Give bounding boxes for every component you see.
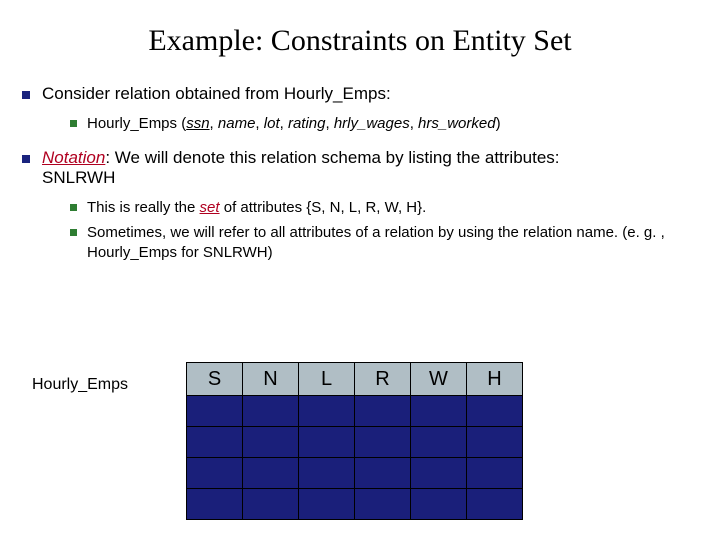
col-L: L xyxy=(299,363,355,396)
bullet-2b-text: Sometimes, we will refer to all attribut… xyxy=(87,223,698,264)
schema-table: S N L R W H xyxy=(186,362,523,520)
attr-lot: lot xyxy=(264,115,280,132)
bullet-2-text: Notation: We will denote this relation s… xyxy=(42,148,560,188)
bullet-1: Consider relation obtained from Hourly_E… xyxy=(22,84,698,104)
attr-hrly-wages: hrly_wages xyxy=(334,115,410,132)
slide: Example: Constraints on Entity Set Consi… xyxy=(0,0,720,540)
schema-shorthand: SNLRWH xyxy=(42,168,115,187)
square-bullet-icon xyxy=(22,155,30,163)
square-bullet-icon xyxy=(70,204,77,211)
sep: , xyxy=(280,115,288,132)
table-row xyxy=(187,427,523,458)
bullet-2: Notation: We will denote this relation s… xyxy=(22,148,698,188)
table-label: Hourly_Emps xyxy=(32,376,128,394)
table-row xyxy=(187,489,523,520)
bullet-1a: Hourly_Emps (ssn, name, lot, rating, hrl… xyxy=(70,114,698,134)
sep: , xyxy=(210,115,218,132)
notation-label: Notation xyxy=(42,148,105,167)
bullet-2a-text: This is really the set of attributes {S,… xyxy=(87,198,426,218)
square-bullet-icon xyxy=(70,120,77,127)
table-row xyxy=(187,458,523,489)
attr-ssn: ssn xyxy=(186,115,209,132)
slide-title: Example: Constraints on Entity Set xyxy=(22,24,698,58)
bullet-2-rest: We will denote this relation schema by l… xyxy=(115,148,560,167)
square-bullet-icon xyxy=(22,91,30,99)
col-R: R xyxy=(355,363,411,396)
sep: , xyxy=(255,115,263,132)
sep: , xyxy=(325,115,333,132)
text: This is really the xyxy=(87,199,200,216)
sep: , xyxy=(410,115,418,132)
col-N: N xyxy=(243,363,299,396)
col-W: W xyxy=(411,363,467,396)
relation-name: Hourly_Emps ( xyxy=(87,115,186,132)
table-header-row: S N L R W H xyxy=(187,363,523,396)
text: of attributes {S, N, L, R, W, H}. xyxy=(220,199,427,216)
bullet-1-text: Consider relation obtained from Hourly_E… xyxy=(42,84,391,104)
bullet-1a-text: Hourly_Emps (ssn, name, lot, rating, hrl… xyxy=(87,114,501,134)
col-S: S xyxy=(187,363,243,396)
table-row xyxy=(187,396,523,427)
set-word: set xyxy=(200,199,220,216)
col-H: H xyxy=(467,363,523,396)
attr-hrs-worked: hrs_worked xyxy=(418,115,496,132)
attr-name: name xyxy=(218,115,256,132)
square-bullet-icon xyxy=(70,229,77,236)
bullet-2a: This is really the set of attributes {S,… xyxy=(70,198,698,218)
attr-rating: rating xyxy=(288,115,326,132)
paren-close: ) xyxy=(496,115,501,132)
bullet-2b: Sometimes, we will refer to all attribut… xyxy=(70,223,698,264)
colon: : xyxy=(105,148,114,167)
